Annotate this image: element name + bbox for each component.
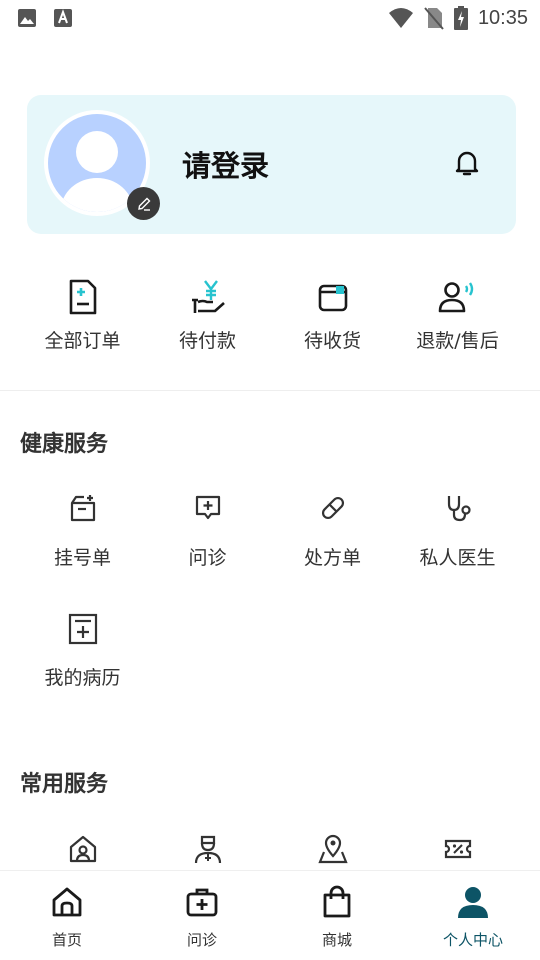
bell-icon[interactable] bbox=[452, 148, 482, 178]
private-doctor-item[interactable]: 私人医生 bbox=[395, 493, 520, 570]
tab-personal-center[interactable]: 个人中心 bbox=[423, 885, 523, 950]
order-refund-label: 退款/售后 bbox=[416, 330, 499, 352]
image-notification-icon bbox=[18, 9, 36, 27]
bottom-tab-bar: 首页 问诊 商城 个人中心 bbox=[0, 870, 540, 960]
wifi-icon bbox=[388, 8, 413, 28]
tab-consultation-label: 问诊 bbox=[186, 931, 217, 949]
package-box-icon bbox=[318, 284, 347, 312]
tab-mall-label: 商城 bbox=[321, 931, 352, 949]
coupon-icon bbox=[444, 839, 471, 859]
person-icon bbox=[458, 887, 488, 918]
health-section-title: 健康服务 bbox=[20, 432, 109, 457]
order-pending-receipt[interactable]: 待收货 bbox=[270, 278, 395, 358]
tab-mall[interactable]: 商城 bbox=[287, 885, 387, 950]
prescription-item[interactable]: 处方单 bbox=[270, 493, 395, 570]
tab-consultation[interactable]: 问诊 bbox=[152, 885, 252, 950]
registration-icon bbox=[70, 495, 95, 522]
location-icon bbox=[317, 834, 348, 864]
order-shortcuts: 全部订单 待付款 待收货 退款/售后 bbox=[0, 278, 540, 358]
shopping-bag-icon bbox=[323, 885, 351, 918]
profile-card[interactable]: 请登录 bbox=[27, 95, 516, 234]
edit-avatar-button[interactable] bbox=[127, 187, 160, 220]
payment-yen-icon bbox=[191, 280, 225, 313]
doctor-service-item[interactable] bbox=[145, 834, 270, 870]
status-bar: 10:35 bbox=[0, 0, 540, 36]
medical-record-icon bbox=[68, 613, 97, 645]
prescription-label: 处方单 bbox=[303, 547, 361, 569]
no-sim-icon bbox=[424, 7, 444, 30]
order-document-icon bbox=[69, 279, 96, 315]
font-notification-icon bbox=[54, 9, 72, 27]
medical-record-item[interactable]: 我的病历 bbox=[20, 613, 145, 690]
battery-charging-icon bbox=[453, 6, 468, 30]
doctor-icon bbox=[194, 835, 221, 864]
private-doctor-label: 私人医生 bbox=[419, 547, 496, 569]
address-home-icon bbox=[69, 835, 96, 863]
login-prompt[interactable]: 请登录 bbox=[182, 143, 269, 185]
consultation-icon bbox=[195, 495, 220, 520]
order-all[interactable]: 全部订单 bbox=[20, 278, 145, 358]
registration-label: 挂号单 bbox=[53, 547, 111, 569]
tab-home[interactable]: 首页 bbox=[17, 885, 117, 950]
home-icon bbox=[52, 887, 82, 917]
location-item[interactable] bbox=[270, 834, 395, 870]
order-pending-payment[interactable]: 待付款 bbox=[145, 278, 270, 358]
coupon-item[interactable] bbox=[395, 834, 520, 870]
section-divider bbox=[0, 390, 540, 391]
status-time: 10:35 bbox=[477, 6, 528, 29]
tab-personal-center-label: 个人中心 bbox=[442, 931, 503, 949]
stethoscope-icon bbox=[447, 496, 471, 522]
consultation-label: 问诊 bbox=[188, 547, 227, 569]
order-pending-receipt-label: 待收货 bbox=[303, 330, 361, 352]
after-sales-person-icon bbox=[438, 282, 473, 313]
order-pending-payment-label: 待付款 bbox=[178, 330, 236, 352]
pill-icon bbox=[321, 496, 344, 520]
pencil-icon bbox=[137, 197, 150, 211]
medical-kit-icon bbox=[186, 888, 218, 917]
order-all-label: 全部订单 bbox=[44, 330, 121, 352]
registration-item[interactable]: 挂号单 bbox=[20, 493, 145, 570]
consultation-item[interactable]: 问诊 bbox=[145, 493, 270, 570]
common-section-title: 常用服务 bbox=[20, 772, 109, 797]
tab-home-label: 首页 bbox=[51, 931, 82, 949]
address-item[interactable] bbox=[20, 834, 145, 870]
order-refund[interactable]: 退款/售后 bbox=[395, 278, 520, 358]
medical-record-label: 我的病历 bbox=[44, 667, 121, 689]
